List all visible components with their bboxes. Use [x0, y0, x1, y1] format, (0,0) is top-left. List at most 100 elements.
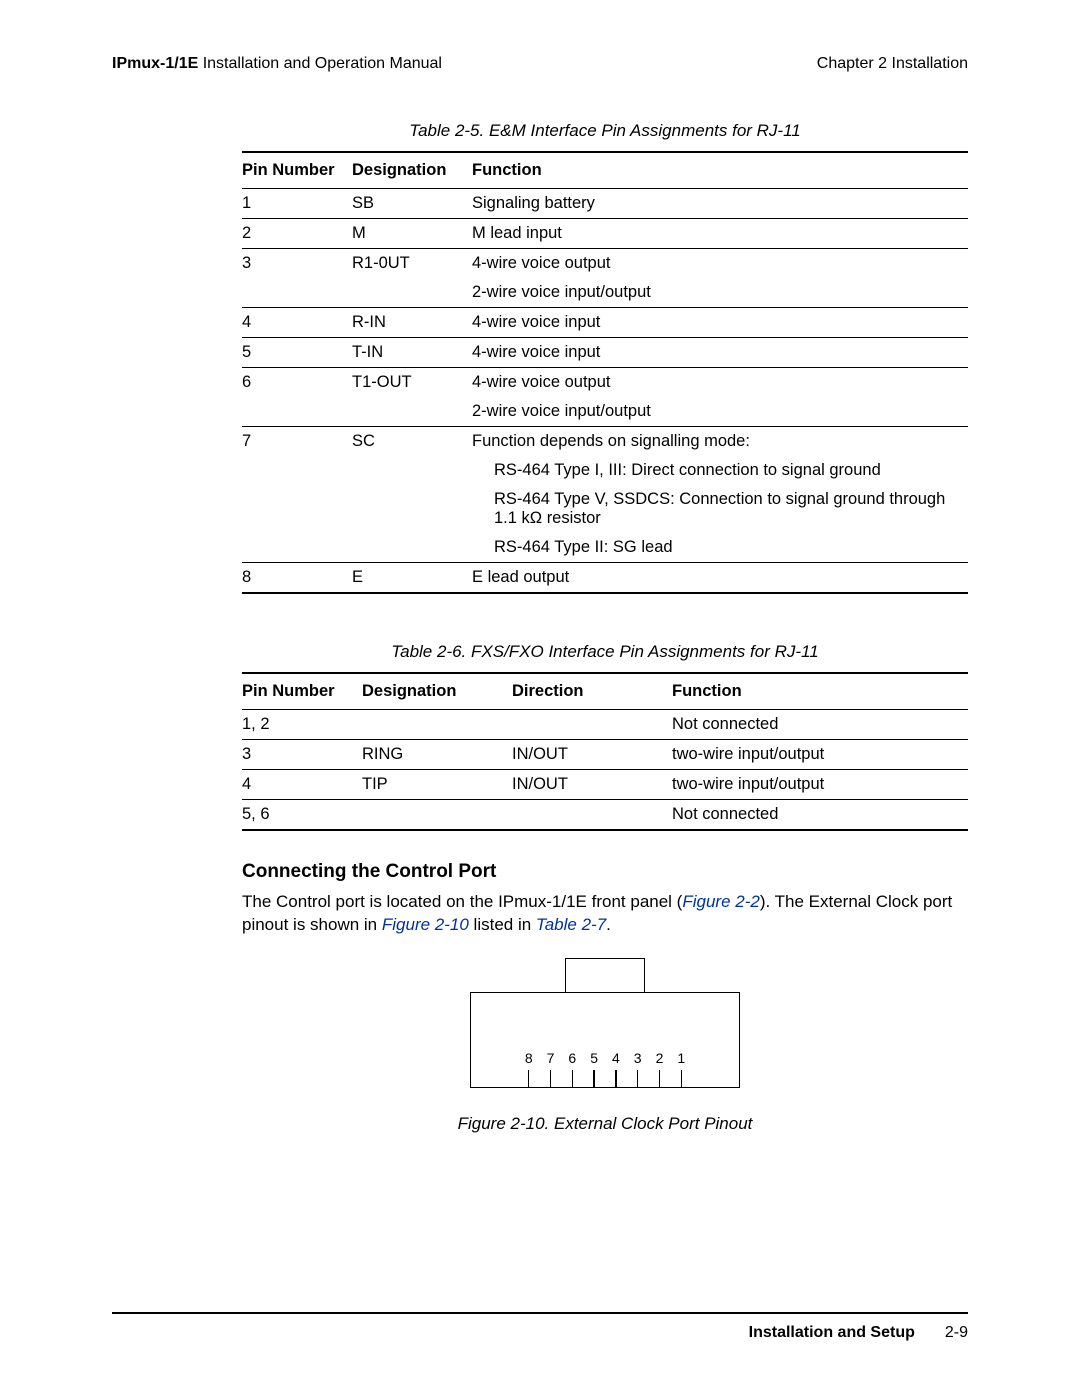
cell-des: T1-OUT: [352, 368, 472, 398]
cell-pin: 3: [242, 740, 362, 770]
cell-pin: 3: [242, 249, 352, 279]
page-header: IPmux-1/1E Installation and Operation Ma…: [112, 55, 968, 73]
col-direction: Direction: [512, 673, 672, 710]
cross-ref-figure[interactable]: Figure 2-10: [382, 915, 469, 934]
cross-ref-figure[interactable]: Figure 2-2: [682, 892, 759, 911]
cell-pin: 2: [242, 219, 352, 249]
table-row: RS-464 Type V, SSDCS: Connection to sign…: [242, 485, 968, 533]
col-function: Function: [472, 152, 968, 189]
table-header-row: Pin Number Designation Direction Functio…: [242, 673, 968, 710]
para-text: The Control port is located on the IPmux…: [242, 892, 682, 911]
cell-func: E lead output: [472, 563, 968, 594]
para-text: listed in: [469, 915, 536, 934]
cell-des: E: [352, 563, 472, 594]
cell-func: Not connected: [672, 710, 968, 740]
table-row: 2-wire voice input/output: [242, 278, 968, 308]
pin-label: 6: [568, 1050, 576, 1087]
cross-ref-table[interactable]: Table 2-7: [536, 915, 606, 934]
connector-pins-row: 8 7 6 5 4 3 2 1: [471, 1050, 739, 1087]
pin-label: 3: [634, 1050, 642, 1087]
cell-des: TIP: [362, 770, 512, 800]
table-5-caption: Table 2-5. E&M Interface Pin Assignments…: [242, 121, 968, 141]
product-name: IPmux-1/1E: [112, 55, 198, 72]
cell-pin: 1, 2: [242, 710, 362, 740]
cell-sub: RS-464 Type V, SSDCS: Connection to sign…: [472, 490, 962, 528]
cell-pin: 4: [242, 770, 362, 800]
cell-pin: 1: [242, 189, 352, 219]
table-5: Pin Number Designation Function 1 SB Sig…: [242, 151, 968, 594]
cell-func-extra: 2-wire voice input/output: [472, 397, 968, 427]
col-pin-number: Pin Number: [242, 673, 362, 710]
pin-label: 8: [525, 1050, 533, 1087]
cell-des: R-IN: [352, 308, 472, 338]
cell-func: two-wire input/output: [672, 770, 968, 800]
cell-func: 4-wire voice output: [472, 249, 968, 279]
table-row: 2 M M lead input: [242, 219, 968, 249]
table-row: 5, 6 Not connected: [242, 800, 968, 831]
cell-func: Function depends on signalling mode:: [472, 427, 968, 457]
cell-pin: 5: [242, 338, 352, 368]
cell-func: Signaling battery: [472, 189, 968, 219]
table-row: 3 R1-0UT 4-wire voice output: [242, 249, 968, 279]
table-row: 5 T-IN 4-wire voice input: [242, 338, 968, 368]
cell-func: 4-wire voice input: [472, 338, 968, 368]
col-pin-number: Pin Number: [242, 152, 352, 189]
table-row: RS-464 Type II: SG lead: [242, 533, 968, 563]
col-designation: Designation: [352, 152, 472, 189]
pin-label: 1: [677, 1050, 685, 1087]
cell-pin: 6: [242, 368, 352, 398]
cell-dir: IN/OUT: [512, 770, 672, 800]
content-column: Table 2-5. E&M Interface Pin Assignments…: [242, 121, 968, 1134]
cell-des: SC: [352, 427, 472, 457]
pin-label: 2: [656, 1050, 664, 1087]
connector-diagram: 8 7 6 5 4 3 2 1: [470, 957, 740, 1088]
table-6-caption: Table 2-6. FXS/FXO Interface Pin Assignm…: [242, 642, 968, 662]
cell-func: two-wire input/output: [672, 740, 968, 770]
section-heading: Connecting the Control Port: [242, 861, 968, 883]
cell-sub: RS-464 Type II: SG lead: [472, 538, 962, 557]
table-row: 8 E E lead output: [242, 563, 968, 594]
connector-tab: [565, 958, 645, 993]
table-row: 1, 2 Not connected: [242, 710, 968, 740]
cell-dir: [512, 800, 672, 831]
figure-10-caption: Figure 2-10. External Clock Port Pinout: [242, 1114, 968, 1134]
para-text: .: [606, 915, 611, 934]
cell-pin: 8: [242, 563, 352, 594]
pin-label: 7: [547, 1050, 555, 1087]
cell-des: T-IN: [352, 338, 472, 368]
manual-name: Installation and Operation Manual: [198, 55, 442, 72]
cell-func: 4-wire voice input: [472, 308, 968, 338]
cell-des: R1-0UT: [352, 249, 472, 279]
footer-section-title: Installation and Setup: [749, 1324, 915, 1342]
cell-pin: 4: [242, 308, 352, 338]
cell-pin: 7: [242, 427, 352, 457]
table-row: 2-wire voice input/output: [242, 397, 968, 427]
connector-body: 8 7 6 5 4 3 2 1: [470, 992, 740, 1088]
document-page: IPmux-1/1E Installation and Operation Ma…: [0, 0, 1080, 1397]
header-left: IPmux-1/1E Installation and Operation Ma…: [112, 55, 442, 73]
cell-des: SB: [352, 189, 472, 219]
pin-label: 5: [590, 1050, 598, 1087]
cell-func: M lead input: [472, 219, 968, 249]
table-6: Pin Number Designation Direction Functio…: [242, 672, 968, 831]
cell-sub: RS-464 Type I, III: Direct connection to…: [472, 461, 962, 480]
cell-pin: 5, 6: [242, 800, 362, 831]
table-row: 4 TIP IN/OUT two-wire input/output: [242, 770, 968, 800]
table-row: 3 RING IN/OUT two-wire input/output: [242, 740, 968, 770]
cell-dir: IN/OUT: [512, 740, 672, 770]
col-designation: Designation: [362, 673, 512, 710]
cell-des: [362, 710, 512, 740]
header-chapter: Chapter 2 Installation: [817, 55, 968, 73]
table-row: RS-464 Type I, III: Direct connection to…: [242, 456, 968, 485]
table-row: 4 R-IN 4-wire voice input: [242, 308, 968, 338]
cell-dir: [512, 710, 672, 740]
cell-des: [362, 800, 512, 831]
cell-des: RING: [362, 740, 512, 770]
cell-des: M: [352, 219, 472, 249]
cell-func: 4-wire voice output: [472, 368, 968, 398]
cell-func-extra: 2-wire voice input/output: [472, 278, 968, 308]
body-paragraph: The Control port is located on the IPmux…: [242, 891, 968, 937]
table-header-row: Pin Number Designation Function: [242, 152, 968, 189]
col-function: Function: [672, 673, 968, 710]
table-row: 6 T1-OUT 4-wire voice output: [242, 368, 968, 398]
